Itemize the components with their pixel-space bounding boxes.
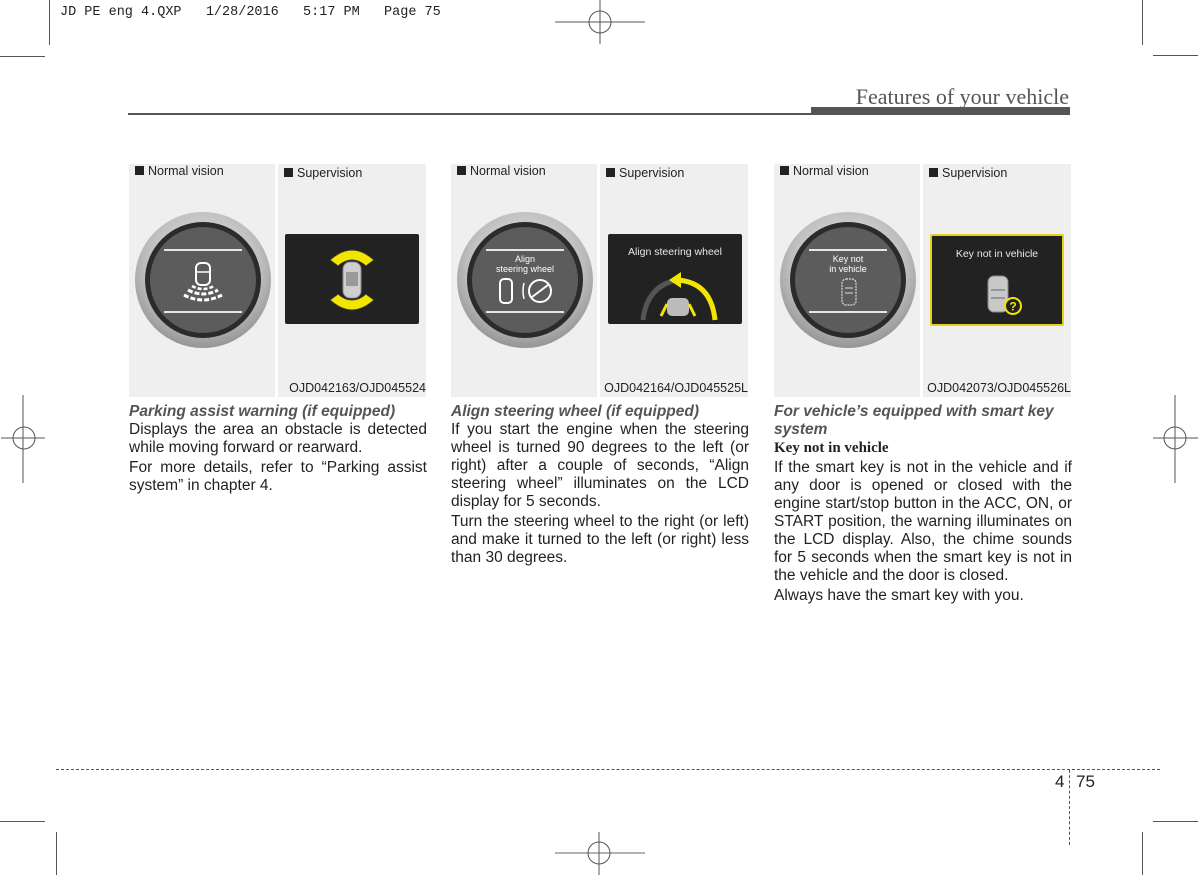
lcd-display: Key not in vehicle ? xyxy=(930,234,1064,326)
header-rule xyxy=(128,113,814,115)
paragraph: Displays the area an obstacle is detecte… xyxy=(129,421,427,456)
lcd-message: Key not in vehicle xyxy=(955,248,1039,260)
registration-mark-right xyxy=(1153,395,1198,483)
supervision-panel: Supervision OJD042163/OJD045524 xyxy=(278,164,426,397)
header-rule-thick xyxy=(811,107,1070,115)
subheading: Key not in vehicle xyxy=(774,440,889,456)
page-number: 75 xyxy=(1076,772,1095,791)
supervision-panel: Supervision Key not in vehicle ? OJD0420… xyxy=(923,164,1071,397)
bullet-square-icon xyxy=(135,166,144,175)
section-parking-assist: Parking assist warning (if equipped) Dis… xyxy=(129,403,427,497)
crop-mark xyxy=(56,832,57,875)
figure-code: OJD042073/OJD045526L xyxy=(927,381,1071,395)
crop-mark xyxy=(1142,832,1143,875)
smart-key-icon xyxy=(841,278,857,306)
paragraph: If the smart key is not in the vehicle a… xyxy=(774,459,1072,584)
gauge-message: in vehicle xyxy=(829,264,867,274)
gauge-message: Key not xyxy=(832,254,864,264)
gauge-message: steering wheel xyxy=(495,264,555,274)
section-heading: Align steering wheel (if equipped) xyxy=(451,403,700,420)
panel-label: Supervision xyxy=(284,166,362,180)
steering-wheel-icon xyxy=(499,278,552,304)
figure-parking-assist: Normal vision Supervision OJD042163/OJD0… xyxy=(129,164,426,397)
steering-arrow-icon xyxy=(640,272,718,321)
smart-key-question-icon: ? xyxy=(987,275,1022,315)
paragraph: Turn the steering wheel to the right (or… xyxy=(451,513,749,566)
panel-label: Supervision xyxy=(606,166,684,180)
crop-mark xyxy=(1142,0,1143,45)
bullet-square-icon xyxy=(929,168,938,177)
cluster-gauge xyxy=(135,212,271,348)
print-slug: JD PE eng 4.QXP 1/28/2016 5:17 PM Page 7… xyxy=(60,5,441,20)
figure-align-steering: Normal vision Align steering wheel Super… xyxy=(451,164,748,397)
gauge-message: Align xyxy=(514,254,535,264)
paragraph: Always have the smart key with you. xyxy=(774,587,1024,604)
footer-divider xyxy=(1069,770,1070,845)
figure-key-not-in-vehicle: Normal vision Key not in vehicle Supervi… xyxy=(774,164,1071,397)
panel-label: Normal vision xyxy=(780,164,869,178)
panel-label: Normal vision xyxy=(135,164,224,178)
normal-vision-panel: Normal vision Align steering wheel xyxy=(451,164,597,397)
lcd-display: Align steering wheel xyxy=(608,234,742,324)
section-smart-key: For vehicle’s equipped with smart key sy… xyxy=(774,403,1072,607)
svg-text:?: ? xyxy=(1009,300,1016,314)
panel-label: Normal vision xyxy=(457,164,546,178)
crop-mark xyxy=(1153,55,1198,56)
crop-mark xyxy=(49,0,50,45)
normal-vision-panel: Normal vision Key not in vehicle xyxy=(774,164,920,397)
panel-label: Supervision xyxy=(929,166,1007,180)
paragraph: If you start the engine when the steerin… xyxy=(451,421,749,510)
lcd-display xyxy=(285,234,419,324)
cluster-gauge: Key not in vehicle xyxy=(780,212,916,348)
section-heading: For vehicle’s equipped with smart key sy… xyxy=(774,403,1054,438)
parking-sensor-zones-icon xyxy=(329,249,375,311)
registration-mark-top xyxy=(555,0,645,44)
paragraph: For more details, refer to “Parking assi… xyxy=(129,459,427,494)
crop-mark xyxy=(0,56,45,57)
bullet-square-icon xyxy=(606,168,615,177)
crop-mark xyxy=(0,821,45,822)
bullet-square-icon xyxy=(780,166,789,175)
chapter-number: 4 xyxy=(1055,772,1065,791)
bullet-square-icon xyxy=(457,166,466,175)
registration-mark-bottom xyxy=(555,832,645,875)
figure-code: OJD042164/OJD045525L xyxy=(604,381,748,395)
bullet-square-icon xyxy=(284,168,293,177)
crop-mark xyxy=(1153,821,1198,822)
normal-vision-panel: Normal vision xyxy=(129,164,275,397)
cluster-gauge: Align steering wheel xyxy=(457,212,593,348)
lcd-message: Align steering wheel xyxy=(628,246,722,258)
section-heading: Parking assist warning (if equipped) xyxy=(129,403,396,420)
parking-sensor-icon xyxy=(183,262,223,302)
footer-rule xyxy=(56,769,1160,770)
figure-code: OJD042163/OJD045524 xyxy=(289,381,426,395)
section-align-steering: Align steering wheel (if equipped) If yo… xyxy=(451,403,749,569)
supervision-panel: Supervision Align steering wheel OJD0421… xyxy=(600,164,748,397)
registration-mark-left xyxy=(1,395,45,483)
